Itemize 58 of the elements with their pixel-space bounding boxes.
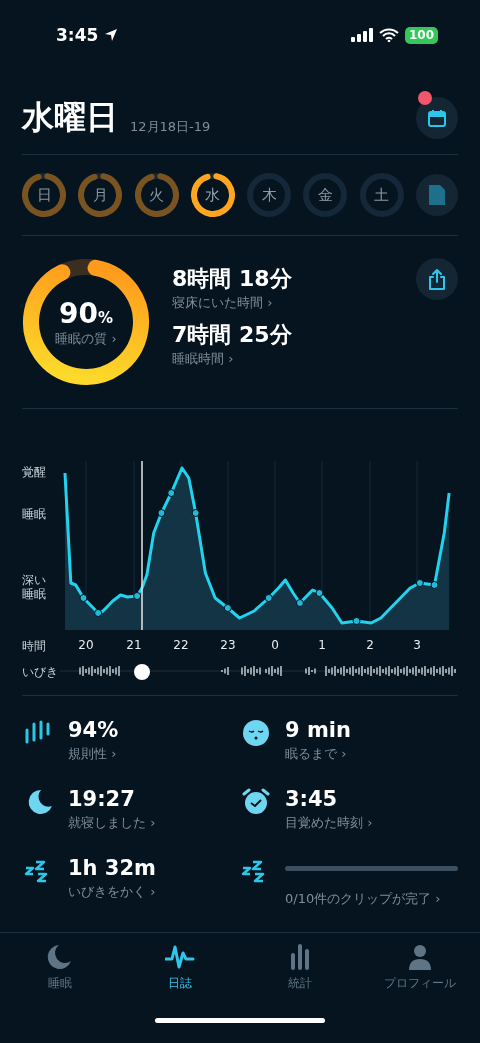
calendar-button[interactable] (416, 97, 458, 139)
date-range: 12月18日-19 (130, 118, 211, 136)
alarm-clock-icon (241, 787, 271, 817)
snore-label: いびき (22, 663, 59, 681)
document-icon (427, 184, 446, 206)
metric-value: 9 min (285, 718, 352, 742)
metric-label[interactable]: いびきをかく › (68, 883, 241, 901)
day-ring[interactable]: 土 (359, 173, 404, 217)
calendar-icon (427, 108, 447, 128)
hour-label: 2 (366, 638, 374, 652)
day-ring[interactable]: 水 (190, 173, 235, 217)
quality-value: 90% (59, 296, 113, 330)
metric-label[interactable]: 就寝しました › (68, 814, 241, 832)
report-button[interactable] (415, 174, 458, 216)
metric-label[interactable]: 0/10件のクリップが完了 › (285, 890, 458, 908)
metric-label[interactable]: 規則性 › (68, 745, 241, 763)
day-ring[interactable]: 金 (303, 173, 348, 217)
signal-icon (350, 28, 373, 42)
hour-label: 1 (318, 638, 326, 652)
hour-label: 22 (173, 638, 189, 652)
location-arrow-icon (104, 28, 119, 42)
battery-level: 100 (404, 26, 438, 44)
duration-value: 7時間 25分 (172, 321, 293, 349)
hour-label: 0 (271, 638, 279, 652)
metric-label[interactable]: 目覚めた時刻 › (285, 814, 458, 832)
metric-value: 94% (68, 718, 120, 742)
stage-label: 覚醒 (22, 465, 47, 479)
day-ring[interactable]: 月 (78, 173, 123, 217)
sleep-quality-ring[interactable]: 90% 睡眠の質 › (22, 258, 150, 386)
metric-value: 3:45 (285, 787, 339, 811)
day-ring[interactable]: 火 (134, 173, 179, 217)
quality-label[interactable]: 睡眠の質 › (55, 329, 117, 348)
hour-label: 20 (78, 638, 94, 652)
wave-icon (165, 943, 195, 971)
nav-tab[interactable]: プロフィール (360, 939, 480, 996)
stage-label: 深い睡眠 (22, 573, 47, 601)
metric-label[interactable]: 眠るまで › (285, 745, 458, 763)
status-time: 3:45 (56, 25, 99, 45)
hour-label: 3 (413, 638, 421, 652)
metric-value: 1h 32m (68, 856, 157, 880)
duration-label[interactable]: 睡眠時間 › (172, 350, 394, 368)
metric-value: 19:27 (68, 787, 136, 811)
axis-title: 時間 (22, 637, 47, 655)
share-button[interactable] (416, 258, 458, 300)
nav-tab[interactable]: 睡眠 (0, 939, 120, 996)
wifi-icon (378, 28, 399, 42)
sleeping-face-icon (241, 718, 271, 748)
day-ring[interactable]: 日 (22, 173, 66, 217)
day-title: 水曜日 (22, 97, 118, 138)
nav-tab[interactable]: 統計 (240, 939, 360, 996)
day-ring[interactable]: 木 (247, 173, 292, 217)
nav-tab[interactable]: 日誌 (120, 939, 240, 996)
duration-value: 8時間 18分 (172, 265, 293, 293)
hour-label: 23 (220, 638, 236, 652)
hour-label: 21 (126, 638, 142, 652)
stage-label: 睡眠 (22, 507, 47, 521)
share-icon (427, 268, 447, 290)
duration-label[interactable]: 寝床にいた時間 › (172, 294, 394, 312)
